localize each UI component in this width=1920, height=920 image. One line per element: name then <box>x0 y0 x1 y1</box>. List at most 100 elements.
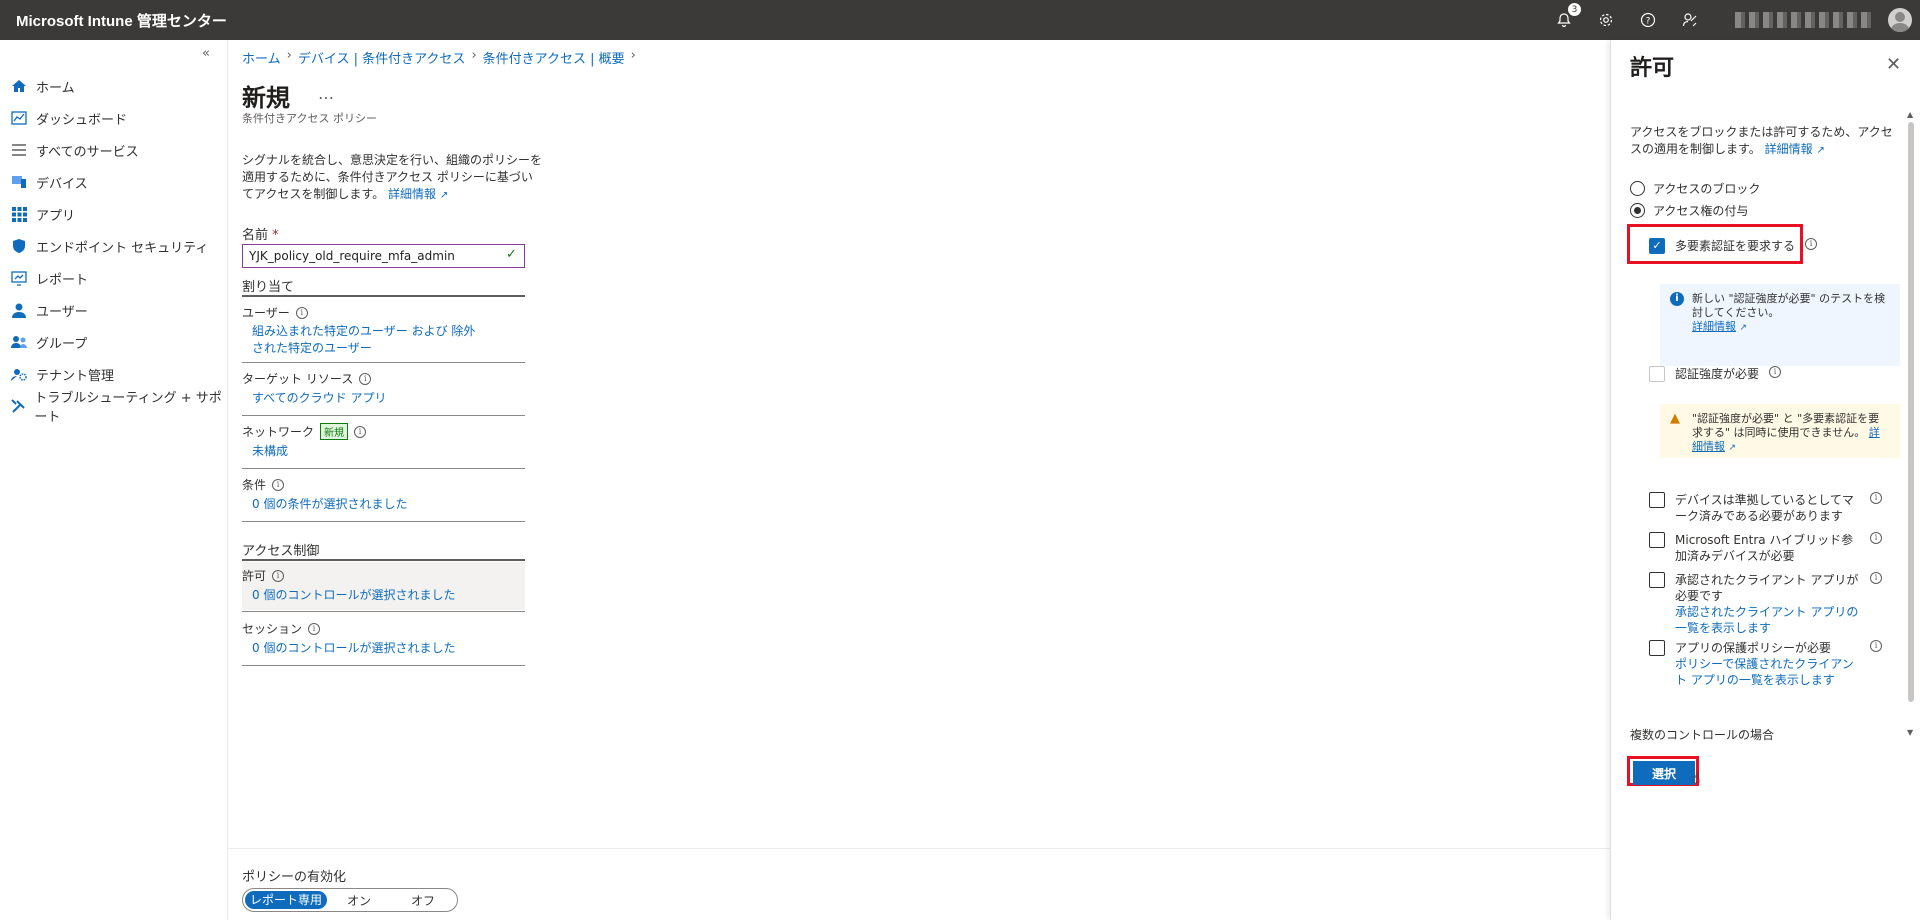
checkbox-auth-strength[interactable]: 認証強度が必要 i <box>1649 366 1782 382</box>
home-icon <box>10 78 28 94</box>
sidebar-item-all-services[interactable]: すべてのサービス <box>0 134 228 166</box>
account-name-blurred[interactable] <box>1735 12 1875 28</box>
breadcrumb: ホーム › デバイス | 条件付きアクセス › 条件付きアクセス | 概要 › <box>242 48 636 67</box>
info-icon[interactable]: i <box>1870 492 1882 504</box>
divider <box>242 415 525 416</box>
protected-apps-link[interactable]: ポリシーで保護されたクライアント アプリの一覧を表示します <box>1675 657 1854 687</box>
radio-grant-access[interactable]: アクセス権の付与 <box>1630 202 1748 219</box>
grant-label: 許可 i <box>242 567 285 584</box>
sidebar-item-dashboard[interactable]: ダッシュボード <box>0 102 228 134</box>
divider <box>242 295 525 297</box>
sidebar-nav: ホーム ダッシュボード すべてのサービス デバイス アプリ エンドポイント セキ… <box>0 70 228 425</box>
sidebar-item-label: アプリ <box>36 208 76 224</box>
info-icon[interactable]: i <box>1870 532 1882 544</box>
divider <box>242 665 525 666</box>
sidebar-item-users[interactable]: ユーザー <box>0 294 228 326</box>
enable-policy-toggle: レポート専用 オン オフ <box>242 888 458 912</box>
info-icon[interactable]: i <box>1870 572 1882 584</box>
target-resources-label: ターゲット リソース i <box>242 370 372 387</box>
info-icon[interactable]: i <box>1805 238 1818 250</box>
external-link-icon: ↗ <box>1816 145 1825 156</box>
grant-controls-link[interactable]: 0 個のコントロールが選択されました <box>252 587 455 604</box>
approved-apps-link[interactable]: 承認されたクライアント アプリの一覧を表示します <box>1675 605 1858 635</box>
breadcrumb-separator: › <box>630 48 636 63</box>
avatar[interactable] <box>1888 8 1912 32</box>
sidebar-item-endpoint-security[interactable]: エンドポイント セキュリティ <box>0 230 228 262</box>
radio-circle-selected <box>1630 203 1645 218</box>
conditions-link[interactable]: 0 個の条件が選択されました <box>252 496 407 513</box>
panel-learn-more-link[interactable]: 詳細情報 <box>1765 142 1813 156</box>
breadcrumb-home[interactable]: ホーム <box>242 48 281 67</box>
sidebar-item-apps[interactable]: アプリ <box>0 198 228 230</box>
panel-description: アクセスをブロックまたは許可するため、アクセスの適用を制御します。 詳細情報 ↗ <box>1630 124 1895 159</box>
policy-name-input[interactable] <box>242 244 525 268</box>
bell-icon[interactable]: 3 <box>1553 3 1581 31</box>
sidebar-item-label: ダッシュボード <box>36 112 128 128</box>
sidebar-item-tenant-admin[interactable]: テナント管理 <box>0 358 228 390</box>
select-button[interactable]: 選択 <box>1633 761 1695 785</box>
divider <box>242 611 525 612</box>
sidebar-item-groups[interactable]: グループ <box>0 326 228 358</box>
divider <box>242 559 525 561</box>
sidebar-item-label: デバイス <box>36 176 88 192</box>
feedback-icon[interactable] <box>1679 9 1701 31</box>
info-icon[interactable]: i <box>295 306 308 319</box>
enable-policy-label: ポリシーの有効化 <box>242 870 347 885</box>
session-label: セッション i <box>242 620 321 637</box>
toggle-off[interactable]: オフ <box>391 892 455 909</box>
conditions-label-text: 条件 <box>242 478 267 492</box>
apps-grid-icon <box>10 206 28 222</box>
checkbox-compliant-device[interactable]: デバイスは準拠しているとしてマーク済みである必要があります i <box>1649 492 1889 524</box>
checkbox-require-mfa[interactable]: ✓ 多要素認証を要求する i <box>1649 238 1818 254</box>
collapse-sidebar-button[interactable]: « <box>202 46 210 61</box>
learn-more-link[interactable]: 詳細情報 <box>388 187 436 201</box>
gear-icon[interactable] <box>1595 9 1617 31</box>
scrollbar-thumb[interactable] <box>1908 122 1914 702</box>
close-icon[interactable]: ✕ <box>1886 54 1901 75</box>
app-title[interactable]: Microsoft Intune 管理センター <box>0 10 227 31</box>
session-controls-link[interactable]: 0 個のコントロールが選択されました <box>252 640 455 657</box>
more-options-button[interactable]: … <box>318 84 334 103</box>
checkbox-unchecked <box>1649 492 1665 508</box>
tenant-icon <box>10 366 28 382</box>
scroll-up-arrow[interactable]: ▲ <box>1907 110 1913 119</box>
sidebar-item-reports[interactable]: レポート <box>0 262 228 294</box>
checkbox-app-protection[interactable]: アプリの保護ポリシーが必要 ポリシーで保護されたクライアント アプリの一覧を表示… <box>1649 640 1889 688</box>
checkbox-hybrid-joined[interactable]: Microsoft Entra ハイブリッド参加済みデバイスが必要 i <box>1649 532 1889 564</box>
help-icon[interactable]: ? <box>1637 9 1659 31</box>
toggle-on[interactable]: オン <box>327 892 391 909</box>
panel-description-text: アクセスをブロックまたは許可するため、アクセスの適用を制御します。 <box>1630 125 1893 156</box>
info-icon[interactable]: i <box>272 569 285 582</box>
info-icon[interactable]: i <box>1870 640 1882 652</box>
top-bar: Microsoft Intune 管理センター 3 ? <box>0 0 1920 40</box>
warning-icon: ▲ <box>1670 411 1680 426</box>
policy-description: シグナルを統合し、意思決定を行い、組織のポリシーを適用するために、条件付きアクセ… <box>242 152 542 204</box>
divider <box>242 521 525 522</box>
warning-message: ▲ "認証強度が必要" と "多要素認証を要求する" は同時に使用できません。 … <box>1660 404 1900 458</box>
checkbox-approved-app[interactable]: 承認されたクライアント アプリが必要です 承認されたクライアント アプリの一覧を… <box>1649 572 1889 636</box>
network-link[interactable]: 未構成 <box>252 443 288 460</box>
radio-block-access[interactable]: アクセスのブロック <box>1630 180 1760 197</box>
scroll-down-arrow[interactable]: ▼ <box>1907 728 1913 737</box>
target-resources-link[interactable]: すべてのクラウド アプリ <box>252 390 387 407</box>
toggle-report-only[interactable]: レポート専用 <box>245 891 327 909</box>
info-icon[interactable]: i <box>308 622 321 635</box>
radio-label: アクセスのブロック <box>1653 182 1761 196</box>
sidebar-item-label: すべてのサービス <box>36 144 139 160</box>
info-learn-more-link[interactable]: 詳細情報 <box>1692 320 1736 333</box>
checkbox-unchecked <box>1649 572 1665 588</box>
external-link-icon: ↗ <box>1728 443 1737 453</box>
sidebar-item-troubleshooting[interactable]: トラブルシューティング + サポート <box>0 390 228 425</box>
breadcrumb-devices-ca[interactable]: デバイス | 条件付きアクセス <box>298 48 466 67</box>
users-label: ユーザー i <box>242 304 308 321</box>
breadcrumb-ca-overview[interactable]: 条件付きアクセス | 概要 <box>483 48 625 67</box>
users-value-link[interactable]: 組み込まれた特定のユーザー および 除外された特定のユーザー <box>252 323 480 357</box>
info-icon[interactable]: i <box>354 425 367 438</box>
checkbox-label: 認証強度が必要 <box>1675 367 1760 381</box>
sidebar-item-home[interactable]: ホーム <box>0 70 228 102</box>
sidebar-item-devices[interactable]: デバイス <box>0 166 228 198</box>
info-icon[interactable]: i <box>1769 366 1782 378</box>
checkbox-label: 承認されたクライアント アプリが必要です <box>1675 573 1859 603</box>
info-icon[interactable]: i <box>359 372 372 385</box>
info-icon[interactable]: i <box>272 478 285 491</box>
